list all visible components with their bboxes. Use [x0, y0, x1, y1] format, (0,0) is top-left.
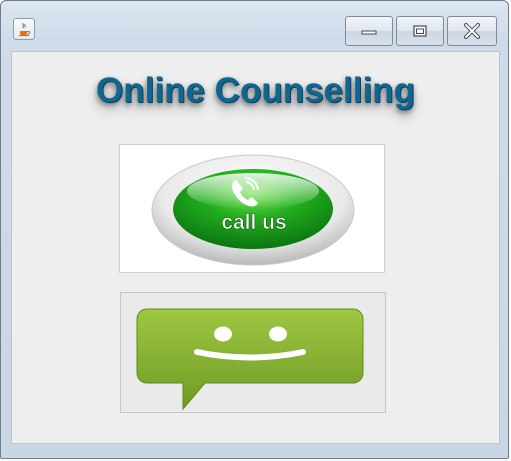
page-title: Online Counselling	[96, 71, 415, 110]
maximize-button[interactable]	[396, 16, 444, 46]
minimize-button[interactable]	[345, 16, 393, 46]
close-button[interactable]	[447, 16, 497, 46]
call-us-button[interactable]: call us	[119, 144, 385, 273]
call-us-image: call us	[151, 154, 355, 266]
java-app-icon[interactable]	[13, 18, 35, 40]
app-window: Online Counselling call us	[0, 0, 509, 459]
call-us-label: call us	[221, 211, 286, 234]
smiley-chat-icon	[136, 308, 364, 411]
minimize-icon	[361, 30, 377, 35]
close-icon	[464, 23, 480, 39]
content-pane: Online Counselling call us	[11, 51, 500, 444]
maximize-icon	[413, 25, 427, 37]
chat-button[interactable]	[120, 292, 386, 413]
title-bar[interactable]	[1, 1, 508, 47]
